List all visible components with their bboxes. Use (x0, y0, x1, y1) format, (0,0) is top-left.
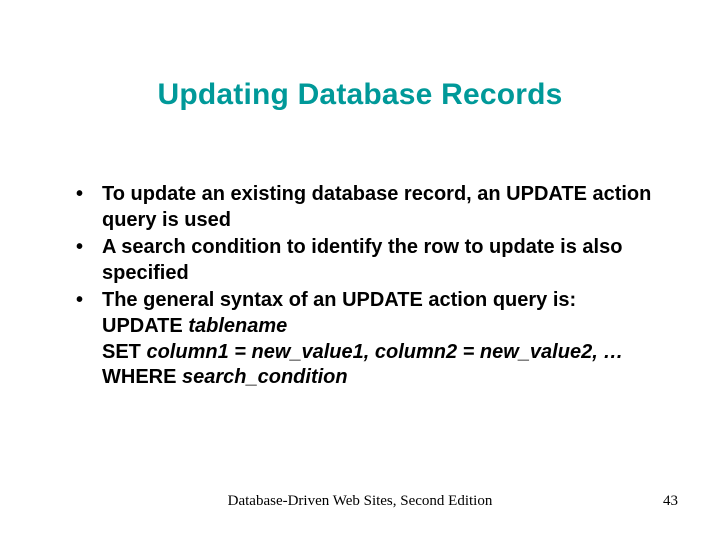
arg-columns: column1 = new_value1, column2 = new_valu… (146, 341, 623, 363)
bullet-item-3: The general syntax of an UPDATE action q… (72, 288, 662, 390)
bullet-3-lead: The general syntax of an UPDATE action q… (102, 289, 576, 311)
syntax-line-1: UPDATE tablename (102, 314, 662, 340)
kw-where: WHERE (102, 366, 182, 388)
slide: Updating Database Records To update an e… (0, 0, 720, 540)
slide-body: To update an existing database record, a… (72, 182, 662, 393)
bullet-list: To update an existing database record, a… (72, 182, 662, 391)
kw-set: SET (102, 341, 146, 363)
kw-update: UPDATE (102, 315, 188, 337)
arg-tablename: tablename (188, 315, 287, 337)
slide-title: Updating Database Records (0, 78, 720, 112)
syntax-line-3: WHERE search_condition (102, 365, 662, 391)
page-number: 43 (663, 493, 678, 510)
syntax-line-2: SET column1 = new_value1, column2 = new_… (102, 340, 662, 366)
bullet-item-2: A search condition to identify the row t… (72, 235, 662, 286)
footer-text: Database-Driven Web Sites, Second Editio… (0, 493, 720, 510)
arg-condition: search_condition (182, 366, 348, 388)
bullet-item-1: To update an existing database record, a… (72, 182, 662, 233)
